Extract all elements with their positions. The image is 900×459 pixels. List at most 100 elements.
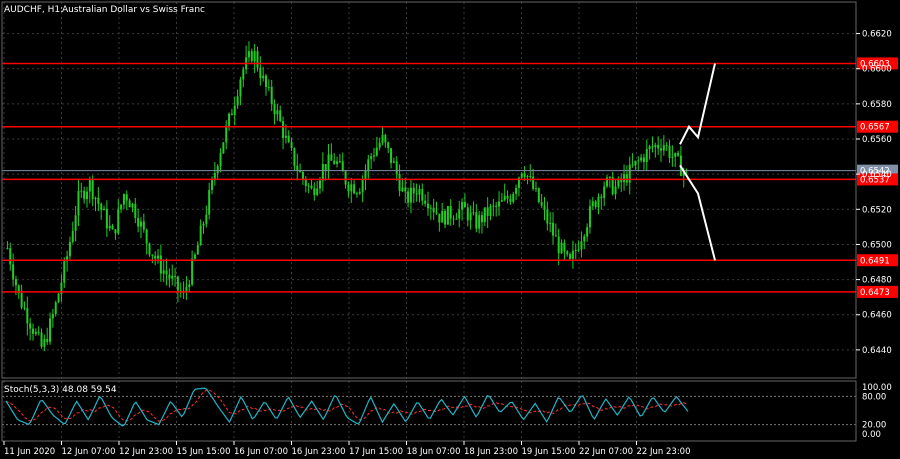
candle-body xyxy=(367,159,370,171)
candle-body xyxy=(157,255,160,259)
candle-body xyxy=(600,196,603,199)
candle-body xyxy=(577,249,580,251)
candle-body xyxy=(49,318,52,342)
candle-body xyxy=(347,184,350,192)
candle-body xyxy=(645,149,648,162)
price-tick-label: 0.6440 xyxy=(862,346,892,356)
candle-body xyxy=(228,113,231,126)
candle-body xyxy=(108,225,111,229)
candle-body xyxy=(557,236,560,254)
time-tick-label: 12 Jun 23:00 xyxy=(119,447,173,457)
time-tick-label: 22 Jun 07:00 xyxy=(579,447,633,457)
candle-body xyxy=(287,135,290,143)
time-tick-label: 17 Jun 15:00 xyxy=(349,447,403,457)
candle-body xyxy=(591,201,594,207)
candle-body xyxy=(6,247,9,249)
candle-body xyxy=(145,229,148,244)
candle-body xyxy=(580,241,583,250)
candle-body xyxy=(148,243,151,255)
candle-body xyxy=(239,79,242,97)
candle-body xyxy=(358,192,361,194)
candle-body xyxy=(296,165,299,171)
candle-body xyxy=(355,193,358,195)
candle-body xyxy=(279,110,282,122)
price-tick-label: 0.6520 xyxy=(862,205,892,215)
candle-body xyxy=(259,67,262,79)
candle-body xyxy=(634,160,637,166)
candle-body xyxy=(29,323,32,329)
candle-body xyxy=(392,161,395,163)
candle-body xyxy=(63,261,66,283)
candle-body xyxy=(594,201,597,208)
candle-body xyxy=(131,203,134,208)
candle-body xyxy=(603,186,606,199)
candle-body xyxy=(515,187,518,194)
candle-body xyxy=(137,218,140,227)
candle-body xyxy=(134,203,137,219)
candle-body xyxy=(435,212,438,214)
candle-body xyxy=(529,175,532,177)
candle-body xyxy=(122,194,125,205)
candle-body xyxy=(43,339,46,347)
candle-body xyxy=(276,110,279,115)
candle-body xyxy=(461,202,464,210)
candle-body xyxy=(583,236,586,242)
candle-body xyxy=(390,148,393,163)
candle-body xyxy=(654,144,657,148)
candle-body xyxy=(520,173,523,178)
time-tick-label: 15 Jun 15:00 xyxy=(177,447,231,457)
candle-body xyxy=(512,193,515,202)
candle-body xyxy=(159,255,162,274)
candle-body xyxy=(168,274,171,279)
candle-body xyxy=(625,174,628,183)
time-tick-label: 19 Jun 15:00 xyxy=(522,447,576,457)
candle-body xyxy=(375,147,378,156)
price-tick-label: 0.6580 xyxy=(862,100,892,110)
candle-body xyxy=(319,180,322,189)
candle-body xyxy=(321,164,324,181)
price-chart[interactable]: 0.65420.66030.65670.65370.64910.6473 100… xyxy=(0,0,900,459)
candle-body xyxy=(509,198,512,202)
candle-body xyxy=(677,152,680,156)
candle-body xyxy=(588,206,591,228)
candle-body xyxy=(265,75,268,87)
candle-body xyxy=(381,134,384,143)
price-tick-label: 0.6540 xyxy=(862,170,892,180)
candle-body xyxy=(378,142,381,148)
candle-body xyxy=(120,204,123,210)
candle-body xyxy=(222,142,225,154)
candle-body xyxy=(23,307,26,309)
candle-body xyxy=(307,185,310,187)
candle-body xyxy=(549,222,552,224)
candle-body xyxy=(94,197,97,199)
candle-body xyxy=(103,208,106,211)
candle-body xyxy=(546,209,549,224)
candle-body xyxy=(532,176,535,189)
candle-body xyxy=(449,206,452,219)
candle-body xyxy=(85,191,88,200)
candle-body xyxy=(540,202,543,206)
candle-body xyxy=(421,188,424,201)
candle-body xyxy=(503,195,506,201)
candle-body xyxy=(301,172,304,180)
candle-body xyxy=(100,203,103,211)
candle-body xyxy=(486,207,489,216)
candle-body xyxy=(483,207,486,223)
candle-body xyxy=(637,160,640,162)
candle-body xyxy=(333,160,336,164)
candle-body xyxy=(429,207,432,209)
candle-body xyxy=(418,188,421,195)
candle-body xyxy=(404,187,407,192)
stoch-level-label: 80.00 xyxy=(862,392,886,402)
candle-body xyxy=(534,188,537,190)
candle-body xyxy=(316,188,319,195)
candle-body xyxy=(125,194,128,201)
price-tick-label: 0.6560 xyxy=(862,135,892,145)
candle-body xyxy=(341,161,344,172)
candle-body xyxy=(424,200,427,204)
candle-body xyxy=(446,206,449,225)
candle-body xyxy=(370,156,373,160)
candle-body xyxy=(330,154,333,161)
candle-body xyxy=(205,214,208,224)
candle-body xyxy=(660,148,663,151)
